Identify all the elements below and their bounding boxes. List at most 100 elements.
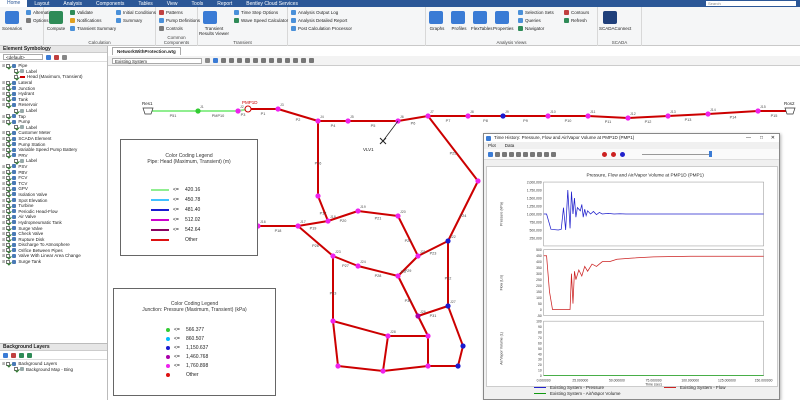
junction[interactable] xyxy=(325,218,331,224)
visibility-checkbox[interactable] xyxy=(6,220,11,225)
junction[interactable] xyxy=(475,178,481,184)
ribbon-time-step-options-button[interactable]: Time Step Options xyxy=(234,10,278,15)
more-tools-icon[interactable] xyxy=(309,58,314,63)
menu-tab-tables[interactable]: Tables xyxy=(131,1,159,7)
pipe[interactable] xyxy=(357,210,399,217)
ribbon-calculation-button[interactable]: Compute xyxy=(45,26,67,31)
menu-tab-home[interactable]: Home xyxy=(0,0,28,7)
pipe[interactable] xyxy=(332,320,389,337)
visibility-checkbox[interactable] xyxy=(6,203,11,208)
expand-icon[interactable]: ⊞ xyxy=(2,220,5,225)
junction[interactable] xyxy=(355,263,361,269)
menu-tab-layout[interactable]: Layout xyxy=(27,1,56,7)
expand-icon[interactable]: ⊞ xyxy=(2,175,5,180)
visibility-checkbox[interactable] xyxy=(6,97,11,102)
menu-tab-report[interactable]: Report xyxy=(210,1,239,7)
expand-icon[interactable]: ⊞ xyxy=(2,114,5,119)
expand-icon[interactable]: ⊞ xyxy=(2,361,5,366)
expand-icon[interactable]: ⊞ xyxy=(2,142,5,147)
ribbon-initial-conditions-button[interactable]: Initial Conditions xyxy=(116,10,156,15)
pipe[interactable] xyxy=(587,115,629,119)
junction-tool-icon[interactable] xyxy=(277,58,282,63)
time-slider[interactable] xyxy=(642,154,712,155)
junction[interactable] xyxy=(385,333,391,339)
ribbon-scada-button[interactable]: SCADAConnect xyxy=(599,26,631,31)
ribbon-flextables-button[interactable]: FlexTables xyxy=(471,26,493,31)
expand-icon[interactable]: ⊞ xyxy=(2,102,5,107)
visibility-checkbox[interactable] xyxy=(6,231,11,236)
visibility-checkbox[interactable] xyxy=(6,142,11,147)
ribbon-selection-sets-button[interactable]: Selection Sets xyxy=(518,10,554,15)
pipe[interactable] xyxy=(447,180,479,242)
visibility-checkbox[interactable] xyxy=(6,253,11,258)
junction[interactable] xyxy=(465,113,471,119)
ribbon-summary-button[interactable]: Summary xyxy=(116,18,142,23)
pipe[interactable] xyxy=(447,305,464,347)
ribbon-refresh-button[interactable]: Refresh xyxy=(564,18,587,23)
expand-icon[interactable]: ⊞ xyxy=(2,209,5,214)
expand-icon[interactable]: ⊞ xyxy=(2,97,5,102)
pipe-tool-icon[interactable] xyxy=(269,58,274,63)
visibility-checkbox[interactable] xyxy=(6,80,11,85)
zoom-in-icon[interactable] xyxy=(221,58,226,63)
junction[interactable] xyxy=(665,113,671,119)
pipe[interactable] xyxy=(297,225,334,257)
visibility-checkbox[interactable] xyxy=(6,164,11,169)
visibility-checkbox[interactable] xyxy=(6,214,11,219)
expand-icon[interactable]: ⊞ xyxy=(2,253,5,258)
ribbon-navigator-button[interactable]: Navigator xyxy=(518,26,544,31)
delete-layer-icon[interactable] xyxy=(11,352,16,358)
junction[interactable] xyxy=(425,113,431,119)
menu-tab-view[interactable]: View xyxy=(160,1,185,7)
ribbon-pump-definitions-button[interactable]: Pump Definitions xyxy=(159,18,200,23)
visibility-checkbox[interactable] xyxy=(14,125,18,130)
visibility-checkbox[interactable] xyxy=(6,63,11,68)
junction[interactable] xyxy=(395,213,401,219)
visibility-checkbox[interactable] xyxy=(6,119,11,124)
visibility-checkbox[interactable] xyxy=(6,153,11,158)
scenario-dropdown[interactable]: Existing System xyxy=(112,57,202,64)
reservoir-icon[interactable] xyxy=(784,107,796,115)
menu-data[interactable]: Data xyxy=(505,142,515,149)
expand-icon[interactable]: ⊞ xyxy=(2,242,5,247)
tree-row[interactable]: Background Map - Bing xyxy=(2,367,105,373)
visibility-checkbox[interactable] xyxy=(6,237,11,242)
maximize-button[interactable]: □ xyxy=(760,134,763,142)
junction[interactable] xyxy=(235,108,241,114)
ribbon-transient-icon[interactable] xyxy=(203,11,217,24)
visibility-checkbox[interactable] xyxy=(6,209,11,214)
chart-tool-icon[interactable] xyxy=(495,152,500,157)
pump-icon[interactable] xyxy=(244,105,252,113)
expand-icon[interactable]: ⊞ xyxy=(2,181,5,186)
chart-tool-icon[interactable] xyxy=(502,152,507,157)
expand-icon[interactable]: ⊞ xyxy=(2,231,5,236)
visibility-checkbox[interactable] xyxy=(6,259,11,264)
expand-icon[interactable]: ⊞ xyxy=(2,226,5,231)
visibility-checkbox[interactable] xyxy=(6,136,11,141)
close-button[interactable]: ✕ xyxy=(771,134,775,142)
junction[interactable] xyxy=(335,363,341,369)
ribbon-notifications-button[interactable]: Notifications xyxy=(70,18,102,23)
expand-icon[interactable]: ⊞ xyxy=(2,136,5,141)
junction[interactable] xyxy=(625,115,631,121)
ribbon-scenarios-button[interactable]: Scenarios xyxy=(1,26,23,31)
ribbon-validate-button[interactable]: Validate xyxy=(70,10,93,15)
junction[interactable] xyxy=(330,253,336,259)
ribbon-properties-button[interactable]: Properties xyxy=(493,26,514,31)
expand-icon[interactable]: ⊞ xyxy=(2,63,5,68)
expand-icon[interactable]: ⊞ xyxy=(2,147,5,152)
junction[interactable] xyxy=(585,113,591,119)
visibility-checkbox[interactable] xyxy=(6,181,11,186)
junction[interactable] xyxy=(755,108,761,114)
junction[interactable] xyxy=(355,208,361,214)
ribbon-queries-button[interactable]: Queries xyxy=(518,18,541,23)
pipe[interactable] xyxy=(332,320,339,367)
move-down-icon[interactable] xyxy=(27,352,32,358)
ribbon-post-calculation-processor-button[interactable]: Post Calculation Processor xyxy=(291,26,352,31)
visibility-checkbox[interactable] xyxy=(14,108,18,113)
ribbon-graphs-icon[interactable] xyxy=(429,11,443,24)
pipe[interactable] xyxy=(337,365,384,372)
document-tab[interactable]: NetworkWithProtection.wtg xyxy=(112,47,181,55)
pipe[interactable] xyxy=(397,215,419,257)
move-up-icon[interactable] xyxy=(19,352,24,358)
